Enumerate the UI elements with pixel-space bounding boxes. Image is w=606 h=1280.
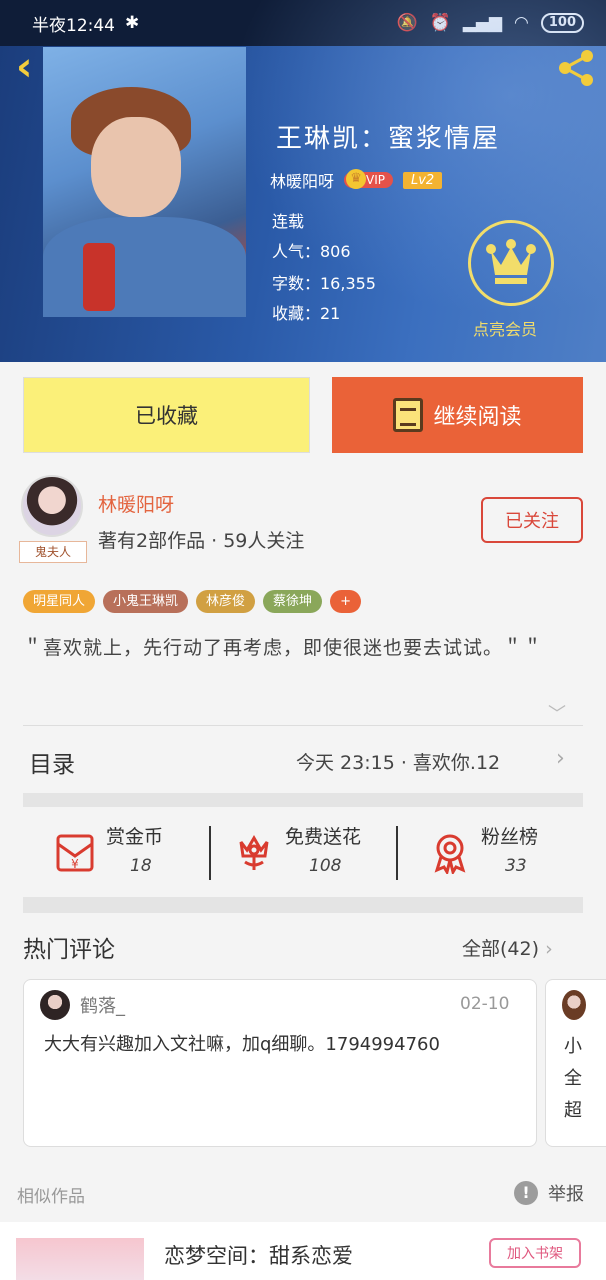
book-word-count: 字数：16,355 (272, 274, 376, 293)
book-status: 连载 (272, 212, 305, 231)
fan-ranking-stat[interactable]: 粉丝榜 33 (429, 822, 579, 882)
tag-item[interactable]: 蔡徐坤 (263, 590, 323, 613)
share-icon[interactable] (555, 48, 597, 88)
comment-text-line: 超 (564, 1100, 582, 1121)
author-name[interactable]: 林暖阳呀 (98, 490, 174, 517)
book-author[interactable]: 林暖阳呀 (270, 168, 334, 192)
stat-separator (209, 826, 211, 880)
report-label: 举报 (548, 1184, 584, 1205)
author-stats: 著有2部作品 · 59人关注 (98, 530, 305, 552)
all-comments-label: 全部(42) (462, 938, 540, 960)
toc-title[interactable]: 目录 (29, 745, 75, 779)
book-cover[interactable] (43, 47, 246, 317)
member-crown-button[interactable] (468, 220, 554, 306)
toc-latest-chapter[interactable]: 今天 23:15 · 喜欢你.12 (296, 748, 500, 775)
comment-date: 02-10 (460, 994, 510, 1014)
book-intro: ＂喜欢就上，先行动了再考虑，即使很迷也要去试试。＂＂ (23, 637, 544, 659)
award-ribbon-icon (434, 834, 466, 874)
collected-button[interactable]: 已收藏 (23, 377, 310, 453)
book-title: 王琳凯：蜜浆情屋 (276, 124, 501, 154)
flower-icon (239, 835, 269, 870)
cover-body (43, 217, 246, 317)
bluetooth-icon: ✱ (125, 13, 140, 33)
tag-item[interactable]: 明星同人 (23, 590, 96, 613)
comment-avatar[interactable] (562, 990, 586, 1020)
report-button[interactable]: ! 举报 (514, 1180, 584, 1206)
cover-can (83, 243, 115, 311)
reward-coins-stat[interactable]: ¥ 赏金币 18 (54, 822, 204, 882)
stat-value: 18 (130, 856, 152, 876)
follow-button[interactable]: 已关注 (481, 497, 583, 543)
chevron-down-icon[interactable]: ﹀ (548, 700, 566, 726)
level-badge: Lv2 (403, 171, 443, 189)
all-comments-link[interactable]: 全部(42) › (462, 934, 553, 961)
hot-comments-title: 热门评论 (23, 937, 115, 963)
stat-value: 33 (505, 856, 527, 876)
add-to-shelf-button[interactable]: 加入书架 (489, 1238, 581, 1268)
comment-text: 大大有兴趣加入文社嘛，加q细聊。1794994760 (44, 1034, 440, 1055)
similar-works-title: 相似作品 (17, 1187, 85, 1207)
continue-reading-label: 继续阅读 (433, 405, 522, 430)
comment-card[interactable]: 小 全 超 (545, 979, 606, 1147)
section-divider (23, 793, 583, 807)
member-label[interactable]: 点亮会员 (473, 316, 537, 340)
stat-label: 赏金币 (106, 826, 164, 848)
crown-icon (486, 239, 536, 284)
chevron-right-icon: › (545, 938, 553, 960)
add-to-shelf-label: 加入书架 (507, 1246, 563, 1262)
tag-item[interactable]: 林彦俊 (196, 590, 256, 613)
divider (23, 725, 583, 726)
tag-add-button[interactable]: + (330, 590, 361, 613)
chevron-right-icon[interactable]: › (556, 746, 565, 771)
follow-label: 已关注 (505, 511, 559, 532)
book-icon (393, 398, 424, 432)
recommended-book-cover[interactable] (16, 1238, 144, 1280)
comment-avatar[interactable] (40, 990, 70, 1020)
free-flowers-stat[interactable]: 免费送花 108 (233, 822, 383, 882)
tag-item[interactable]: 小鬼王琳凯 (103, 590, 189, 613)
collected-label: 已收藏 (135, 404, 198, 428)
author-avatar-tag: 鬼夫人 (19, 541, 87, 563)
comment-text-line: 小 (564, 1036, 582, 1057)
vip-badge: VIP (344, 169, 393, 189)
comment-user[interactable]: 鹤落_ (80, 992, 125, 1018)
stat-separator (396, 826, 398, 880)
continue-reading-button[interactable]: 继续阅读 (332, 377, 583, 453)
cover-face (91, 117, 181, 217)
tag-list: 明星同人 小鬼王琳凯 林彦俊 蔡徐坤 + (23, 590, 361, 613)
status-time: 半夜12:44 (32, 15, 115, 36)
comment-card[interactable]: 鹤落_ 02-10 大大有兴趣加入文社嘛，加q细聊。1794994760 (23, 979, 537, 1147)
warning-icon: ! (514, 1181, 538, 1205)
book-popularity: 人气：806 (272, 242, 351, 261)
stat-label: 免费送花 (285, 826, 362, 848)
book-author-row: 林暖阳呀 VIP Lv2 (270, 168, 443, 192)
red-envelope-icon: ¥ (56, 834, 94, 872)
svg-text:¥: ¥ (71, 857, 79, 871)
section-divider (23, 897, 583, 913)
comment-text-line: 全 (564, 1068, 582, 1089)
stat-value: 108 (309, 856, 342, 876)
stat-label: 粉丝榜 (481, 826, 539, 848)
recommended-book-title[interactable]: 恋梦空间：甜系恋爱 (164, 1240, 353, 1270)
book-favorites: 收藏：21 (272, 304, 341, 323)
author-avatar[interactable] (21, 475, 83, 537)
back-arrow-icon[interactable]: ‹ (16, 47, 46, 87)
